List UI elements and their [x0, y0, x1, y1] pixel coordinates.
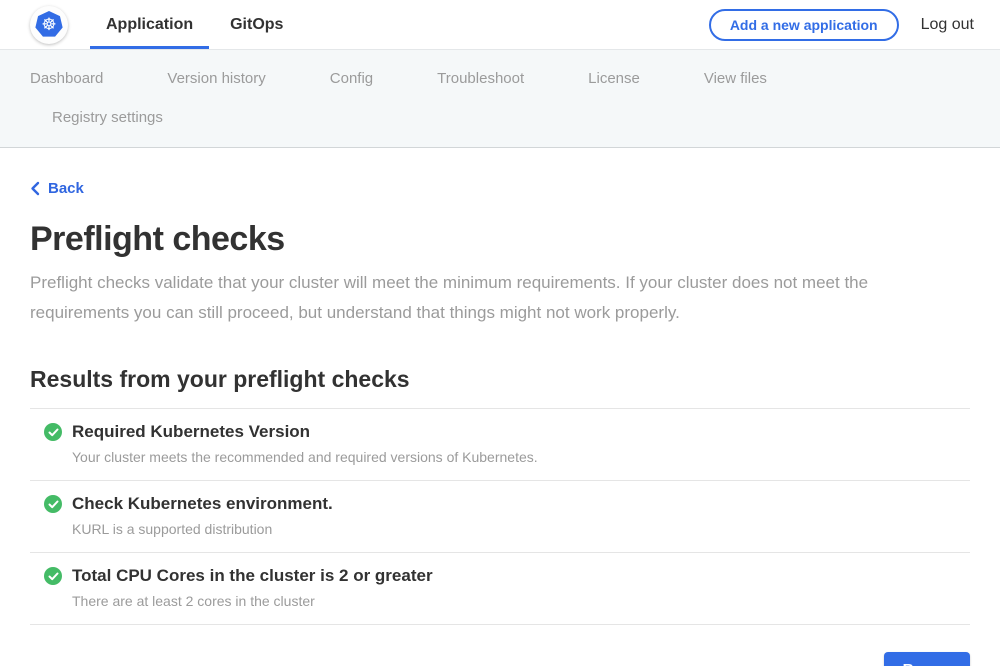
check-item-kubernetes-version: Required Kubernetes Version Your cluster… [30, 409, 970, 481]
subnav-item-troubleshoot[interactable]: Troubleshoot [437, 59, 524, 98]
check-message: KURL is a supported distribution [72, 521, 970, 537]
check-item-cpu-cores: Total CPU Cores in the cluster is 2 or g… [30, 553, 970, 625]
results-heading: Results from your preflight checks [30, 366, 970, 393]
actions-row: Re-run [30, 652, 970, 666]
check-message: Your cluster meets the recommended and r… [72, 449, 970, 465]
subnav-item-registry-settings[interactable]: Registry settings [52, 98, 163, 137]
preflight-check-list: Required Kubernetes Version Your cluster… [30, 408, 970, 625]
app-subnav: Dashboard Version history Config Trouble… [0, 50, 1000, 148]
header-actions: Add a new application Log out [709, 9, 974, 41]
back-link-label: Back [48, 180, 84, 197]
tab-application-label: Application [106, 16, 193, 34]
kubernetes-helm-icon: ☸ [35, 11, 63, 38]
page-title: Preflight checks [30, 220, 970, 259]
subnav-item-view-files[interactable]: View files [704, 59, 767, 98]
add-new-application-button[interactable]: Add a new application [709, 9, 899, 41]
subnav-item-license[interactable]: License [588, 59, 640, 98]
logout-link[interactable]: Log out [921, 16, 974, 34]
tab-gitops[interactable]: GitOps [228, 0, 285, 49]
active-tab-indicator [90, 46, 209, 49]
back-link[interactable]: Back [30, 180, 84, 197]
header-tabs: Application GitOps [104, 0, 318, 49]
check-pass-icon [44, 495, 62, 513]
preflight-page: Back Preflight checks Preflight checks v… [0, 148, 1000, 666]
check-item-kubernetes-environment: Check Kubernetes environment. KURL is a … [30, 481, 970, 553]
subnav-item-version-history[interactable]: Version history [167, 59, 265, 98]
check-message: There are at least 2 cores in the cluste… [72, 593, 970, 609]
check-title: Required Kubernetes Version [72, 422, 310, 442]
check-pass-icon [44, 567, 62, 585]
chevron-left-icon [30, 181, 40, 196]
tab-application[interactable]: Application [104, 0, 195, 49]
check-pass-icon [44, 423, 62, 441]
app-header: ☸ Application GitOps Add a new applicati… [0, 0, 1000, 50]
rerun-button[interactable]: Re-run [884, 652, 970, 666]
check-title: Total CPU Cores in the cluster is 2 or g… [72, 566, 433, 586]
tab-gitops-label: GitOps [230, 16, 283, 34]
check-title: Check Kubernetes environment. [72, 494, 333, 514]
page-description: Preflight checks validate that your clus… [30, 268, 955, 328]
subnav-item-dashboard[interactable]: Dashboard [30, 59, 103, 98]
subnav-list: Dashboard Version history Config Trouble… [30, 59, 900, 137]
subnav-item-config[interactable]: Config [330, 59, 373, 98]
kubernetes-logo: ☸ [30, 6, 68, 44]
